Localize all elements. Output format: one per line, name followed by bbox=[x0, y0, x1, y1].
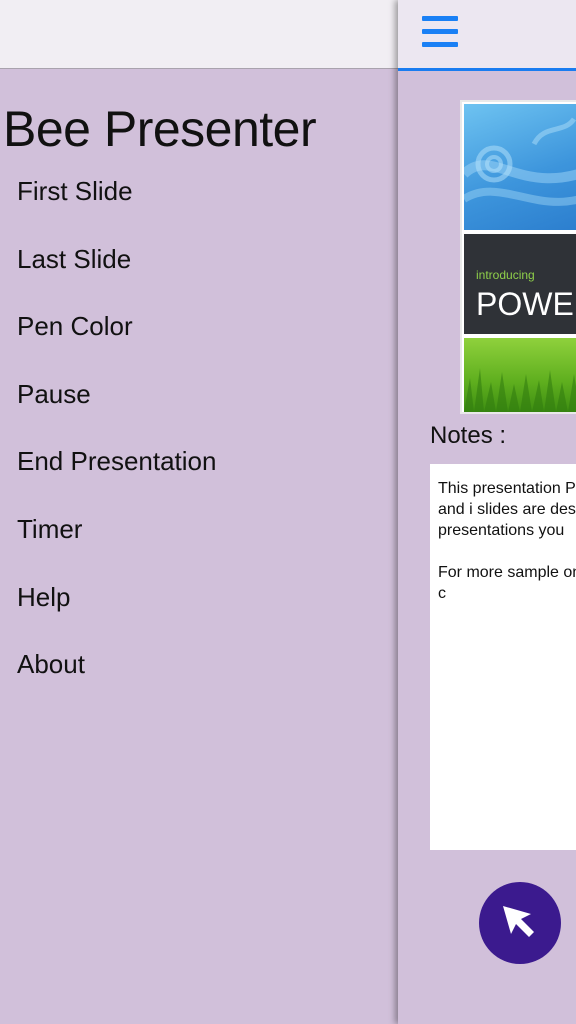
slide-thumbnail[interactable]: introducing POWE bbox=[460, 100, 576, 414]
drawer-header bbox=[0, 0, 398, 69]
notes-paragraph: This presentation PowerPoint and i slide… bbox=[438, 480, 576, 539]
notes-box: This presentation PowerPoint and i slide… bbox=[430, 464, 576, 850]
slide-blue-banner bbox=[464, 104, 576, 230]
slide-green-banner bbox=[464, 338, 576, 412]
presentation-panel: introducing POWE Notes : This presentati… bbox=[398, 0, 576, 1024]
menu-item-pen-color[interactable]: Pen Color bbox=[17, 311, 133, 342]
slide-title-text: POWE bbox=[476, 286, 574, 322]
menu-item-pause[interactable]: Pause bbox=[17, 379, 91, 410]
menu-item-last-slide[interactable]: Last Slide bbox=[17, 244, 131, 275]
notes-text: This presentation PowerPoint and i slide… bbox=[438, 478, 576, 625]
menu-item-about[interactable]: About bbox=[17, 649, 85, 680]
menu-item-end-presentation[interactable]: End Presentation bbox=[17, 446, 216, 477]
notes-paragraph: For more sample on the New tab, c bbox=[438, 564, 576, 602]
app-title: Bee Presenter bbox=[3, 101, 317, 157]
slide-intro-text: introducing bbox=[476, 268, 535, 282]
notes-label: Notes : bbox=[430, 422, 507, 449]
menu-item-help[interactable]: Help bbox=[17, 582, 70, 613]
panel-header bbox=[398, 0, 576, 71]
pointer-button[interactable] bbox=[479, 882, 561, 964]
slide-title-band: introducing POWE bbox=[464, 234, 576, 334]
pointer-arrow-icon bbox=[503, 906, 534, 937]
menu-item-first-slide[interactable]: First Slide bbox=[17, 176, 133, 207]
menu-item-timer[interactable]: Timer bbox=[17, 514, 82, 545]
side-drawer: Bee Presenter First Slide Last Slide Pen… bbox=[0, 0, 398, 1024]
hamburger-icon[interactable] bbox=[422, 16, 458, 50]
